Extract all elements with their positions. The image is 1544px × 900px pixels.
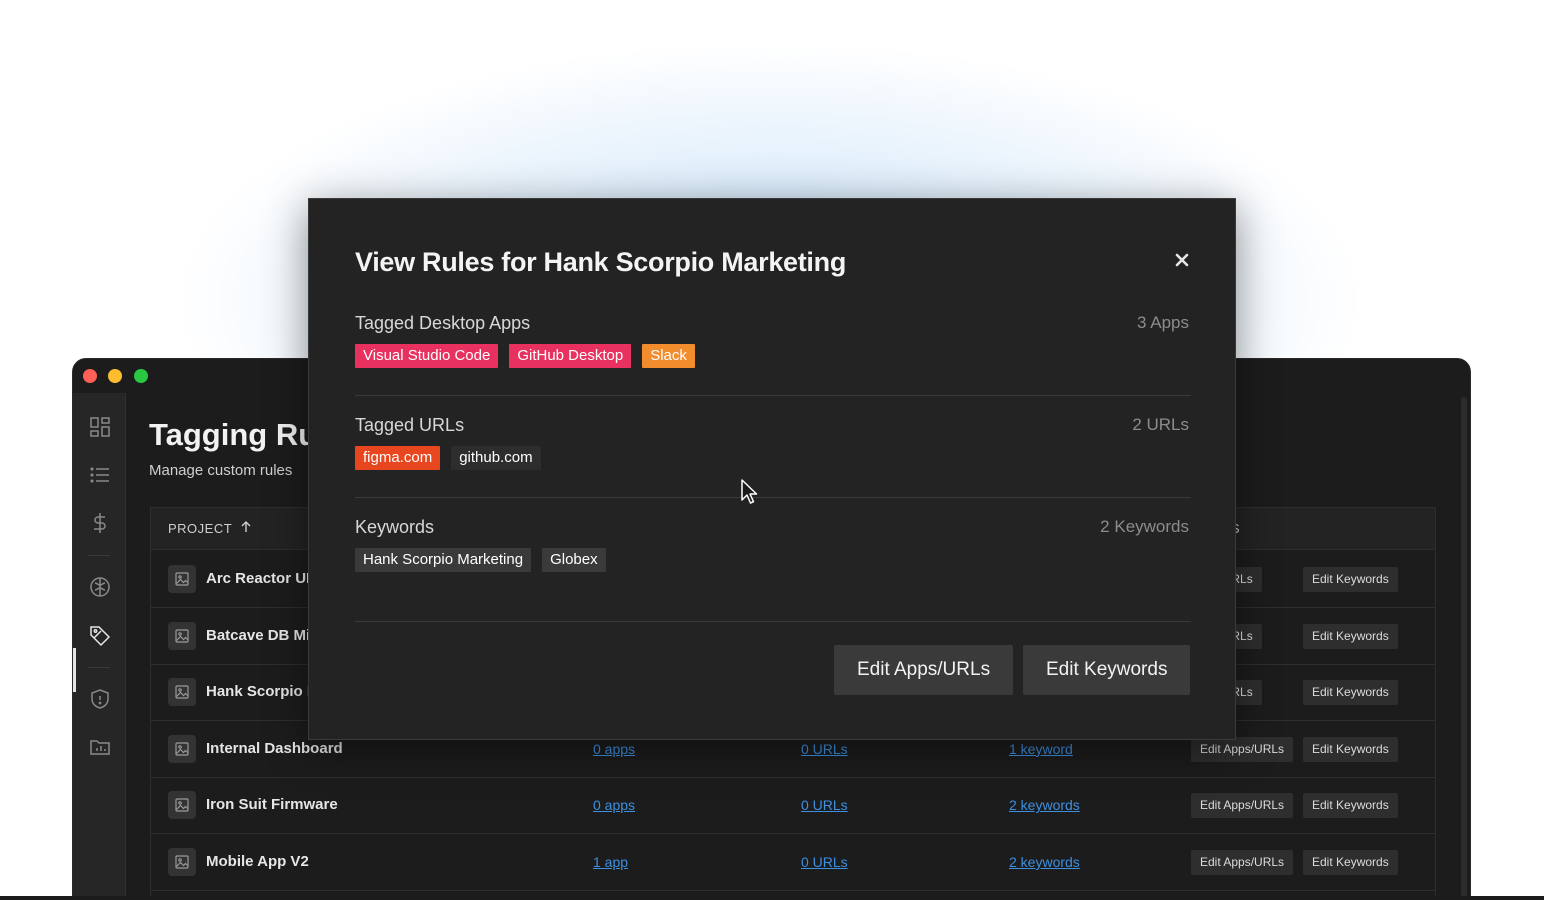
mouse-cursor-icon xyxy=(741,479,758,504)
image-icon xyxy=(168,791,196,820)
edit-apps-urls-button[interactable]: Edit Apps/URLs xyxy=(834,645,1014,695)
minimize-window-button[interactable] xyxy=(108,369,122,383)
app-tag: Slack xyxy=(642,344,695,368)
edit-keywords-button[interactable]: Edit Keywords xyxy=(1303,793,1398,819)
modal-title: View Rules for Hank Scorpio Marketing xyxy=(355,247,847,277)
folder-chart-icon[interactable] xyxy=(88,735,112,759)
urls-section-title: Tagged URLs xyxy=(355,415,465,435)
edit-keywords-button[interactable]: Edit Keywords xyxy=(1303,680,1398,706)
keyword-tag: Hank Scorpio Marketing xyxy=(355,548,532,572)
edit-keywords-button[interactable]: Edit Keywords xyxy=(1303,567,1398,592)
sidebar-divider xyxy=(88,555,110,556)
project-column-header[interactable]: PROJECT xyxy=(168,521,232,536)
keywords-count: 2 Keywords xyxy=(1100,517,1189,536)
page-subtitle: Manage custom rules xyxy=(149,462,293,479)
dashboard-icon[interactable] xyxy=(88,415,112,439)
urls-tag-list: figma.com github.com xyxy=(355,446,541,470)
app-tag: Visual Studio Code xyxy=(355,344,499,368)
edit-apps-urls-button[interactable]: Edit Apps/URLs xyxy=(1191,793,1294,819)
apps-tag-list: Visual Studio Code GitHub Desktop Slack xyxy=(355,344,695,368)
sort-ascending-icon[interactable] xyxy=(239,520,253,534)
app-tag: GitHub Desktop xyxy=(509,344,632,368)
keywords-count-link[interactable]: 2 keywords xyxy=(1009,797,1080,813)
keywords-count-link[interactable]: 1 keyword xyxy=(1009,741,1073,757)
urls-count-link[interactable]: 0 URLs xyxy=(801,741,848,757)
brain-icon[interactable] xyxy=(88,575,112,599)
keywords-count-link[interactable]: 2 keywords xyxy=(1009,854,1080,870)
apps-section-title: Tagged Desktop Apps xyxy=(355,313,531,333)
project-name: Batcave DB Mi xyxy=(206,626,311,644)
apps-count-link[interactable]: 1 app xyxy=(593,854,628,870)
list-icon[interactable] xyxy=(88,463,112,487)
table-row[interactable]: Iron Suit Firmware 0 apps 0 URLs 2 keywords… xyxy=(151,777,1435,835)
edit-keywords-button[interactable]: Edit Keywords xyxy=(1303,623,1398,649)
shield-icon[interactable] xyxy=(88,687,112,711)
urls-count-link[interactable]: 0 URLs xyxy=(801,854,848,870)
section-divider xyxy=(355,621,1191,622)
keywords-section-title: Keywords xyxy=(355,517,435,537)
project-name: Internal Dashboard xyxy=(206,739,343,757)
page-title: Tagging Rul xyxy=(149,417,326,452)
close-window-button[interactable] xyxy=(83,369,97,383)
keywords-tag-list: Hank Scorpio Marketing Globex xyxy=(355,548,606,572)
sidebar xyxy=(73,393,126,900)
project-name: Mobile App V2 xyxy=(206,853,309,870)
image-icon xyxy=(168,565,196,593)
image-icon xyxy=(168,621,196,650)
project-name: Arc Reactor UI xyxy=(206,570,311,587)
urls-count-link[interactable]: 0 URLs xyxy=(801,797,848,813)
section-divider xyxy=(355,497,1191,498)
section-divider xyxy=(355,395,1191,396)
tag-icon[interactable] xyxy=(88,623,112,647)
edit-keywords-button[interactable]: Edit Keywords xyxy=(1023,645,1191,695)
keyword-tag: Globex xyxy=(542,548,606,572)
sidebar-divider xyxy=(88,667,110,668)
bottom-edge xyxy=(0,896,1544,900)
maximize-window-button[interactable] xyxy=(134,369,148,383)
image-icon xyxy=(168,848,196,876)
apps-count: 3 Apps xyxy=(1137,313,1189,332)
url-tag: github.com xyxy=(451,446,541,470)
scrollbar[interactable] xyxy=(1461,397,1467,900)
image-icon xyxy=(168,678,196,707)
project-name: Iron Suit Firmware xyxy=(206,796,338,814)
image-icon xyxy=(168,734,196,763)
project-name: Hank Scorpio I xyxy=(206,683,312,701)
table-row[interactable]: Mobile App V2 1 app 0 URLs 2 keywords Edit A… xyxy=(151,834,1435,891)
apps-count-link[interactable]: 0 apps xyxy=(593,741,635,757)
edit-keywords-button[interactable]: Edit Keywords xyxy=(1303,850,1398,875)
edit-keywords-button[interactable]: Edit Keywords xyxy=(1303,736,1398,762)
apps-count-link[interactable]: 0 apps xyxy=(593,797,635,813)
edit-apps-urls-button[interactable]: Edit Apps/URLs xyxy=(1191,736,1294,762)
url-tag: figma.com xyxy=(355,446,441,470)
urls-count: 2 URLs xyxy=(1132,415,1189,434)
edit-apps-urls-button[interactable]: Edit Apps/URLs xyxy=(1191,850,1294,875)
close-icon[interactable] xyxy=(1171,249,1193,271)
view-rules-modal: View Rules for Hank Scorpio Marketing Ta… xyxy=(308,198,1236,740)
dollar-icon[interactable] xyxy=(88,511,112,535)
sidebar-active-indicator xyxy=(73,648,76,692)
